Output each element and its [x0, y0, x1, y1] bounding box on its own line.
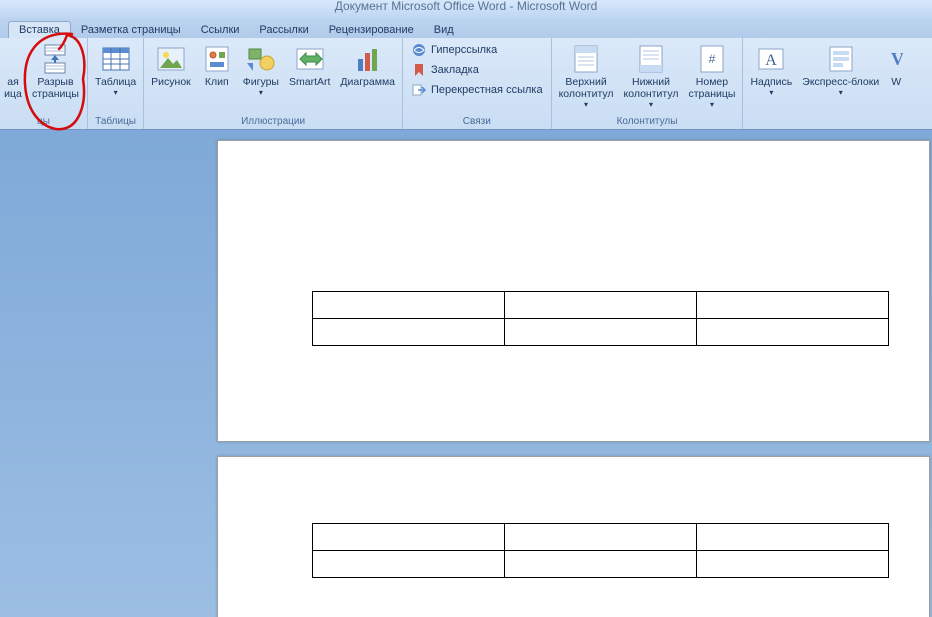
chart-icon — [352, 43, 384, 75]
text-box-button[interactable]: A Надпись ▾ — [746, 40, 796, 100]
hyperlink-icon — [411, 42, 427, 58]
clip-icon — [201, 43, 233, 75]
smartart-icon — [294, 43, 326, 75]
group-label-pages: цы — [3, 115, 84, 129]
document-table-2[interactable] — [312, 523, 889, 578]
group-label-links: Связи — [406, 115, 548, 129]
hyperlink-button[interactable]: Гиперссылка — [406, 40, 548, 60]
bookmark-button[interactable]: Закладка — [406, 60, 548, 80]
group-label-header-footer: Колонтитулы — [555, 115, 740, 129]
svg-text:V: V — [891, 49, 903, 69]
tab-view[interactable]: Вид — [424, 22, 464, 38]
tab-insert[interactable]: Вставка — [8, 21, 71, 38]
tab-page-layout[interactable]: Разметка страницы — [71, 22, 191, 38]
chevron-down-icon: ▾ — [769, 88, 773, 97]
group-label-tables: Таблицы — [91, 115, 140, 129]
chevron-down-icon: ▾ — [649, 100, 653, 109]
table-row[interactable] — [313, 319, 889, 346]
wordart-icon: V — [889, 43, 903, 75]
tab-references[interactable]: Ссылки — [191, 22, 250, 38]
tab-review[interactable]: Рецензирование — [319, 22, 424, 38]
bookmark-icon — [411, 62, 427, 78]
cover-page-button-cut[interactable]: ая ица — [3, 40, 26, 103]
text-box-icon: A — [755, 43, 787, 75]
document-workspace[interactable] — [0, 130, 932, 617]
header-icon — [570, 43, 602, 75]
header-button[interactable]: Верхний колонтитул ▾ — [555, 40, 618, 112]
page-number-icon: # — [696, 43, 728, 75]
document-page-2[interactable] — [217, 456, 930, 617]
ribbon: ая ица Разрыв страницы цы — [0, 38, 932, 130]
table-button[interactable]: Таблица ▾ — [91, 40, 140, 100]
window-titlebar: Документ Microsoft Office Word - Microso… — [0, 0, 932, 18]
cross-reference-icon — [411, 82, 427, 98]
quick-parts-button[interactable]: Экспресс-блоки ▾ — [798, 40, 883, 100]
table-row[interactable] — [313, 551, 889, 578]
window-title: Документ Microsoft Office Word - Microso… — [335, 0, 598, 13]
chart-button[interactable]: Диаграмма — [336, 40, 399, 91]
picture-button[interactable]: Рисунок — [147, 40, 195, 91]
shapes-button[interactable]: Фигуры ▾ — [239, 40, 283, 100]
ribbon-tabs: Вставка Разметка страницы Ссылки Рассылк… — [0, 18, 932, 38]
chevron-down-icon: ▾ — [710, 100, 714, 109]
svg-text:A: A — [766, 52, 778, 69]
page-number-button[interactable]: # Номер страницы ▾ — [684, 40, 739, 112]
shapes-icon — [245, 43, 277, 75]
tab-mailings[interactable]: Рассылки — [249, 22, 318, 38]
footer-icon — [635, 43, 667, 75]
page-break-button[interactable]: Разрыв страницы — [28, 40, 83, 103]
chevron-down-icon: ▾ — [584, 100, 588, 109]
footer-button[interactable]: Нижний колонтитул ▾ — [620, 40, 683, 112]
cross-reference-button[interactable]: Перекрестная ссылка — [406, 80, 548, 100]
page-break-icon — [39, 43, 71, 75]
document-page-1[interactable] — [217, 140, 930, 442]
document-table-1[interactable] — [312, 291, 889, 346]
table-icon — [100, 43, 132, 75]
table-row[interactable] — [313, 524, 889, 551]
chevron-down-icon: ▾ — [259, 88, 263, 97]
wordart-button-cut[interactable]: V W — [885, 40, 907, 91]
chevron-down-icon: ▾ — [114, 88, 118, 97]
svg-text:#: # — [709, 52, 716, 66]
clip-button[interactable]: Клип — [197, 40, 237, 91]
group-label-illustrations: Иллюстрации — [147, 115, 399, 129]
chevron-down-icon: ▾ — [839, 88, 843, 97]
group-label-text — [746, 126, 907, 129]
quick-parts-icon — [825, 43, 857, 75]
smartart-button[interactable]: SmartArt — [285, 40, 334, 91]
picture-icon — [155, 43, 187, 75]
table-row[interactable] — [313, 292, 889, 319]
